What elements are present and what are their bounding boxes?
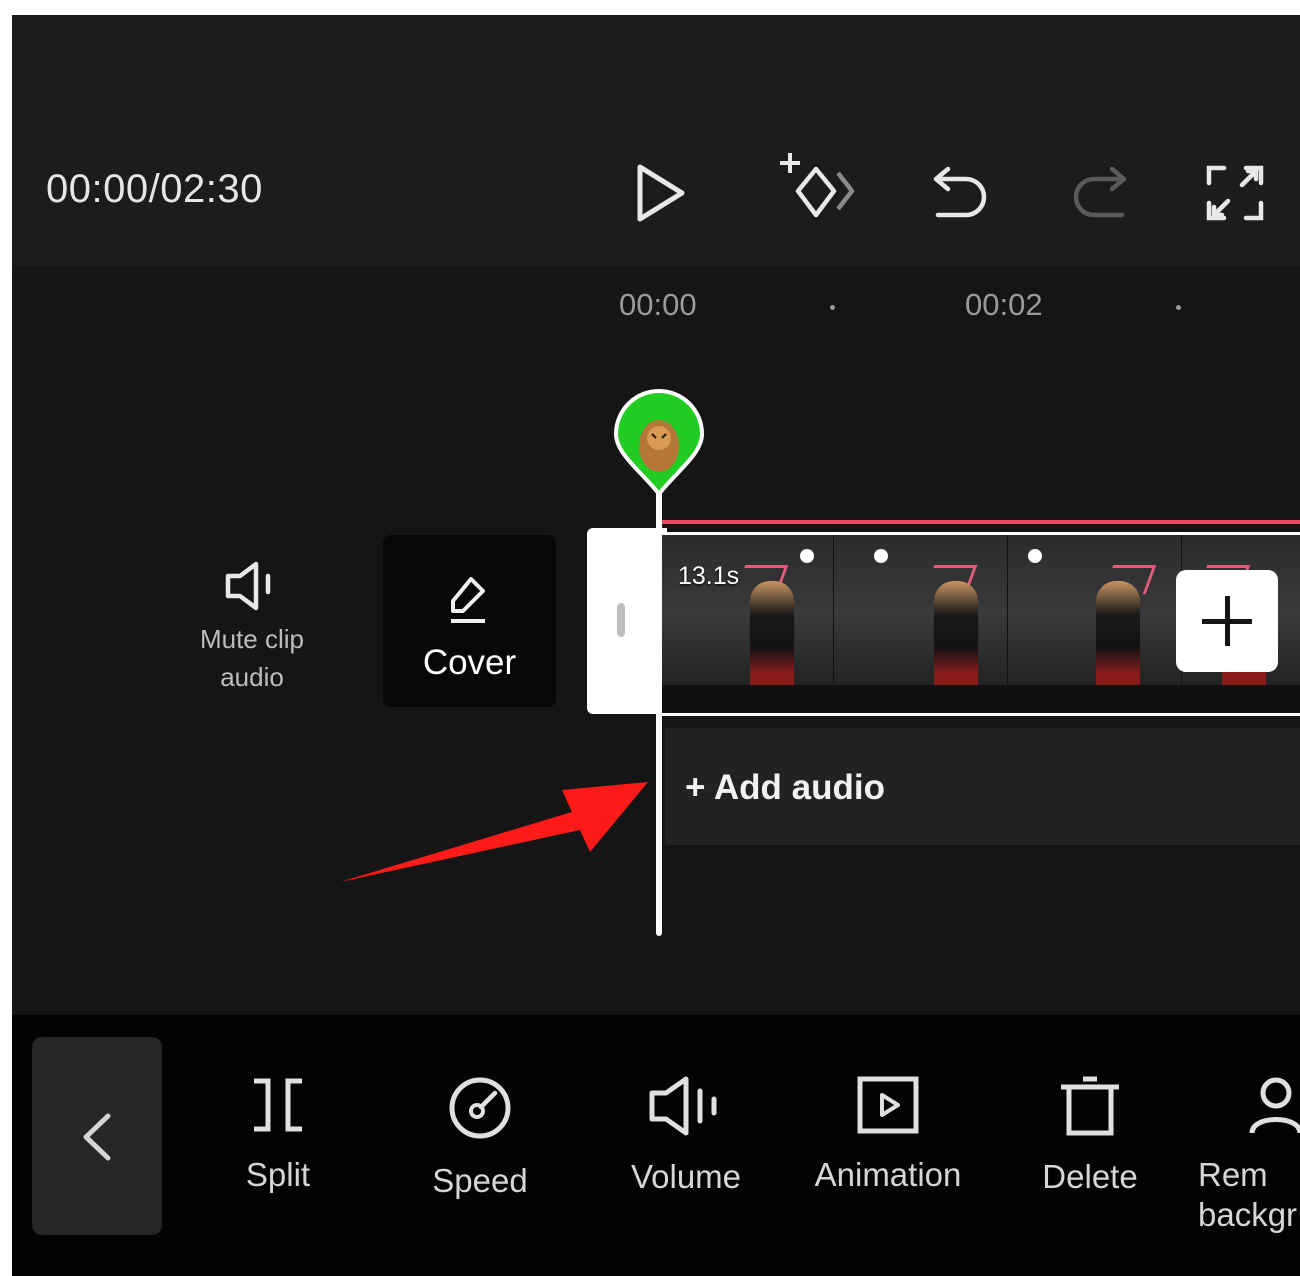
trim-grip bbox=[617, 603, 625, 637]
remove-background-label: Rem backgr bbox=[1198, 1156, 1298, 1233]
edit-toolbar: Split Speed Volume Animation Delete Rem … bbox=[12, 1015, 1300, 1276]
keyframe-button[interactable] bbox=[776, 151, 860, 227]
editor-screen: 00:00/02:30 00:00 00:02 Mute clip audio … bbox=[12, 15, 1300, 1276]
timecode: 00:00/02:30 bbox=[46, 167, 263, 211]
split-label: Split bbox=[245, 1156, 311, 1193]
clip-thumbnail bbox=[1008, 535, 1182, 713]
undo-button[interactable] bbox=[932, 165, 990, 221]
add-clip-button[interactable] bbox=[1176, 570, 1278, 672]
mute-clip-audio-label: Mute clip audio bbox=[199, 624, 305, 692]
ruler-dot bbox=[830, 305, 835, 310]
cover-label: Cover bbox=[422, 643, 517, 682]
annotation-arrow bbox=[340, 782, 648, 882]
person-icon bbox=[1249, 1077, 1300, 1134]
split-button[interactable]: Split bbox=[188, 1075, 368, 1195]
playhead-marker bbox=[612, 388, 706, 503]
remove-background-button[interactable]: Rem backgr bbox=[1198, 1075, 1300, 1235]
pencil-icon bbox=[451, 577, 485, 623]
ruler-label-1: 00:02 bbox=[965, 287, 1043, 322]
chevron-left-icon bbox=[83, 1113, 111, 1161]
split-icon bbox=[254, 1078, 302, 1132]
back-button[interactable] bbox=[32, 1037, 162, 1235]
speed-icon bbox=[449, 1077, 511, 1139]
keyframe-add-icon bbox=[780, 153, 855, 218]
animation-icon bbox=[857, 1076, 919, 1134]
redo-icon bbox=[1073, 166, 1127, 218]
add-audio-label: + Add audio bbox=[685, 768, 885, 808]
timeline-area[interactable]: 00:00 00:02 Mute clip audio Cover 13.1s … bbox=[12, 265, 1300, 1015]
animation-button[interactable]: Animation bbox=[798, 1075, 978, 1195]
clip-selection-bar bbox=[660, 520, 1300, 524]
cover-button[interactable]: Cover bbox=[383, 535, 556, 707]
clip-thumbnail bbox=[834, 535, 1008, 713]
speaker-icon bbox=[225, 561, 271, 611]
delete-label: Delete bbox=[1042, 1158, 1138, 1195]
playhead[interactable] bbox=[656, 490, 662, 936]
plus-icon: + bbox=[685, 768, 706, 807]
play-icon bbox=[637, 164, 685, 222]
marker-pin-icon bbox=[613, 389, 705, 498]
volume-button[interactable]: Volume bbox=[596, 1075, 776, 1197]
ruler-dot bbox=[1176, 305, 1181, 310]
add-audio-track[interactable]: + Add audio bbox=[665, 728, 1300, 845]
delete-icon bbox=[1061, 1076, 1119, 1136]
fullscreen-button[interactable] bbox=[1206, 165, 1264, 221]
fullscreen-icon bbox=[1206, 165, 1264, 221]
redo-button[interactable] bbox=[1070, 165, 1128, 221]
delete-button[interactable]: Delete bbox=[1000, 1075, 1180, 1197]
mute-clip-audio-button[interactable]: Mute clip audio bbox=[182, 560, 322, 696]
play-button[interactable] bbox=[634, 163, 688, 223]
clip-duration: 13.1s bbox=[678, 562, 740, 590]
preview-toolbar: 00:00/02:30 bbox=[12, 15, 1300, 265]
undo-icon bbox=[933, 166, 987, 218]
animation-label: Animation bbox=[814, 1156, 962, 1193]
add-audio-text: Add audio bbox=[713, 768, 885, 807]
speed-button[interactable]: Speed bbox=[390, 1075, 570, 1201]
clip-left-trim-handle[interactable] bbox=[587, 528, 667, 714]
volume-icon bbox=[649, 1076, 717, 1136]
ruler-label-0: 00:00 bbox=[619, 287, 697, 322]
speed-label: Speed bbox=[432, 1162, 528, 1199]
volume-label: Volume bbox=[630, 1158, 742, 1195]
